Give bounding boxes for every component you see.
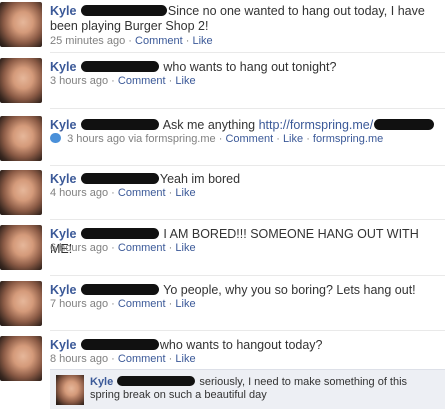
formspring-icon — [50, 133, 61, 143]
comment-link[interactable]: Comment — [118, 75, 166, 87]
divider — [50, 165, 445, 166]
author-name[interactable]: Kyle — [50, 118, 76, 132]
avatar[interactable] — [56, 375, 84, 405]
avatar[interactable] — [0, 225, 42, 270]
post-text: Yo people, why you so boring? Lets hang … — [163, 283, 416, 297]
via-source: via formspring.me — [128, 133, 216, 145]
avatar[interactable] — [0, 2, 42, 47]
post-meta: 4 hours ago · Comment · Like — [50, 187, 196, 199]
comment-link[interactable]: Comment — [118, 298, 166, 310]
divider — [50, 52, 445, 53]
author-name[interactable]: Kyle — [50, 60, 76, 74]
post-text-line: Kyle Yo people, why you so boring? Lets … — [50, 283, 441, 298]
post-text: who wants to hangout today? — [159, 338, 323, 352]
post-meta: 8 hours ago · Comment · Like — [50, 353, 196, 365]
feed-post: Kyle Ask me anything http://formspring.m… — [0, 116, 445, 168]
redaction-bar — [80, 173, 159, 184]
author-name[interactable]: Kyle — [50, 172, 76, 186]
timestamp: 3 hours ago — [50, 75, 109, 87]
like-link[interactable]: Like — [283, 133, 303, 145]
avatar[interactable] — [0, 58, 42, 103]
redaction-bar — [80, 5, 167, 16]
post-text: who wants to hang out tonight? — [163, 60, 337, 74]
timestamp: 25 minutes ago — [50, 35, 126, 47]
avatar[interactable] — [0, 281, 42, 326]
comment-link[interactable]: Comment — [118, 353, 166, 365]
avatar[interactable] — [0, 336, 42, 381]
avatar[interactable] — [0, 170, 42, 215]
timestamp: 6 hours ago — [50, 242, 109, 254]
post-link[interactable]: http://formspring.me/ — [259, 118, 374, 132]
app-link[interactable]: formspring.me — [313, 133, 383, 145]
comment-link[interactable]: Comment — [118, 242, 166, 254]
divider — [50, 330, 445, 331]
like-link[interactable]: Like — [175, 353, 195, 365]
like-link[interactable]: Like — [193, 35, 213, 47]
post-meta: 7 hours ago · Comment · Like — [50, 298, 196, 310]
post-meta: 25 minutes ago · Comment · Like — [50, 35, 213, 47]
like-link[interactable]: Like — [175, 242, 195, 254]
timestamp: 4 hours ago — [50, 187, 109, 199]
post-text: Yeah im bored — [159, 172, 241, 186]
comment-link[interactable]: Comment — [135, 35, 183, 47]
like-link[interactable]: Like — [175, 187, 195, 199]
timestamp: 3 hours ago — [67, 133, 126, 145]
post-meta: 6 hours ago · Comment · Like — [50, 242, 196, 254]
like-link[interactable]: Like — [175, 298, 195, 310]
feed-post: Kyle I AM BORED!!! SOMEONE HANG OUT WITH… — [0, 225, 445, 277]
feed-post: Kyle Yeah im bored 4 hours ago · Comment… — [0, 170, 445, 222]
timestamp: 7 hours ago — [50, 298, 109, 310]
post-text-line: Kyle who wants to hangout today? — [50, 338, 441, 353]
author-name[interactable]: Kyle — [50, 283, 76, 297]
post-text: Ask me anything — [162, 118, 256, 132]
author-name[interactable]: Kyle — [50, 4, 76, 18]
post-text-line: Kyle who wants to hang out tonight? — [50, 60, 441, 75]
comment-text-line: Kyle seriously, I need to make something… — [90, 376, 439, 402]
divider — [50, 219, 445, 220]
comment-item: Kyle seriously, I need to make something… — [50, 369, 445, 409]
redaction-bar — [80, 61, 159, 72]
comment-link[interactable]: Comment — [225, 133, 273, 145]
like-link[interactable]: Like — [175, 75, 195, 87]
post-text-line: Kyle Since no one wanted to hang out tod… — [50, 4, 441, 34]
post-text-line: Kyle Ask me anything http://formspring.m… — [50, 118, 441, 133]
feed-post: Kyle Since no one wanted to hang out tod… — [0, 2, 445, 54]
divider — [50, 108, 445, 109]
redaction-bar — [80, 284, 159, 295]
author-name[interactable]: Kyle — [50, 338, 76, 352]
redaction-bar — [80, 228, 159, 239]
divider — [50, 275, 445, 276]
feed-post: Kyle Yo people, why you so boring? Lets … — [0, 281, 445, 333]
redaction-bar — [80, 119, 159, 130]
post-meta: 3 hours ago via formspring.me · Comment … — [50, 133, 383, 146]
redaction-bar — [374, 119, 435, 130]
feed-post: Kyle who wants to hang out tonight? 3 ho… — [0, 58, 445, 110]
redaction-bar — [80, 339, 159, 350]
timestamp: 8 hours ago — [50, 353, 109, 365]
comment-link[interactable]: Comment — [118, 187, 166, 199]
avatar[interactable] — [0, 116, 42, 161]
redaction-bar — [117, 376, 196, 386]
post-text-line: Kyle Yeah im bored — [50, 172, 441, 187]
author-name[interactable]: Kyle — [90, 376, 113, 388]
author-name[interactable]: Kyle — [50, 227, 76, 241]
post-meta: 3 hours ago · Comment · Like — [50, 75, 196, 87]
